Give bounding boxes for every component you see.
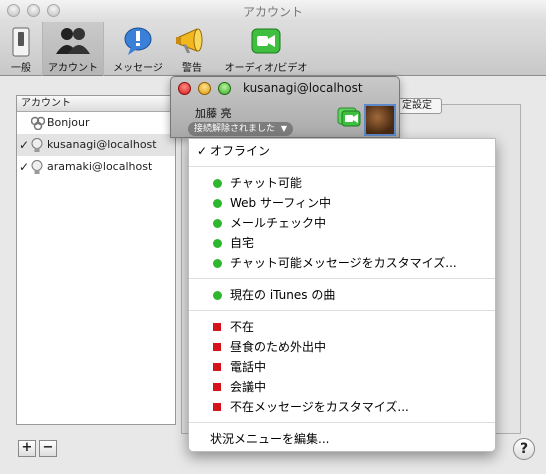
speech-bubble-icon [123,26,153,59]
menu-item-offline[interactable]: ✓ オフライン [189,141,495,161]
tab-messages-label: メッセージ [113,63,163,74]
away-status-icon [213,403,221,411]
zoom-window-button[interactable] [218,82,231,95]
menu-separator [189,422,495,423]
away-status-icon [213,363,221,371]
users-icon [55,26,91,59]
menu-item-out-to-lunch[interactable]: 昼食のため外出中 [189,337,495,357]
status-menu: ✓ オフライン チャット可能 Web サーフィン中 メールチェック中 自宅 チャ… [188,138,496,452]
tab-audio-video-label: オーディオ/ビデオ [224,63,308,74]
menu-separator [189,310,495,311]
account-list-header: アカウント [17,96,175,112]
menu-item-on-phone[interactable]: 電話中 [189,357,495,377]
lightbulb-icon [31,160,43,184]
tab-accounts[interactable]: アカウント [42,22,104,76]
window-title: アカウント [242,5,303,19]
available-status-icon [213,239,222,248]
menu-item-available[interactable]: チャット可能 [189,173,495,193]
away-status-icon [213,383,221,391]
menu-item-checking-mail[interactable]: メールチェック中 [189,213,495,233]
tab-messages[interactable]: メッセージ [108,22,168,76]
menu-item-label: 状況メニューを編集... [210,432,330,446]
menu-item-label: Web サーフィン中 [230,196,332,210]
menu-item-label: チャット可能メッセージをカスタマイズ... [230,256,457,270]
tab-general[interactable]: 一般 [2,22,40,76]
menu-item-at-home[interactable]: 自宅 [189,233,495,253]
video-camera-icon[interactable] [337,107,361,130]
remove-account-button[interactable]: − [39,440,57,457]
menu-item-label: 昼食のため外出中 [230,340,327,354]
minimize-window-button[interactable] [198,82,211,95]
account-row-aramaki[interactable]: ✓ aramaki@localhost [17,156,175,178]
account-list: アカウント Bonjour ✓ kusanagi@localhost ✓ ara… [16,95,176,425]
menu-item-away[interactable]: 不在 [189,317,495,337]
status-popup-button[interactable]: 接続解除されました ▼ [188,122,294,136]
tab-accounts-label: アカウント [48,63,98,74]
account-row-bonjour[interactable]: Bonjour [17,112,175,134]
account-name: Bonjour [47,116,90,129]
available-status-icon [213,291,222,300]
menu-item-label: 会議中 [230,380,267,394]
menu-item-label: 不在メッセージをカスタマイズ... [230,400,409,414]
preferences-toolbar: 一般 アカウント メッセージ 警告 オーディオ/ビデオ [0,22,546,76]
avatar[interactable] [364,104,396,136]
menu-item-custom-away[interactable]: 不在メッセージをカスタマイズ... [189,397,495,417]
account-name: kusanagi@localhost [47,138,157,151]
available-status-icon [213,219,222,228]
menu-item-label: 現在の iTunes の曲 [230,288,336,302]
menu-item-itunes[interactable]: 現在の iTunes の曲 [189,285,495,305]
account-enabled-check[interactable]: ✓ [19,134,29,156]
tab-alerts-label: 警告 [182,63,202,74]
tab-alerts[interactable]: 警告 [170,22,214,76]
account-row-kusanagi[interactable]: ✓ kusanagi@localhost [17,134,175,156]
title-bar: アカウント [0,0,546,22]
tab-audio-video[interactable]: オーディオ/ビデオ [216,22,316,76]
buddy-list-window: kusanagi@localhost 加藤 亮 接続解除されました ▼ [170,76,400,138]
menu-item-label: 電話中 [230,360,267,374]
account-name: aramaki@localhost [47,160,153,173]
switch-icon [8,26,34,61]
help-button[interactable]: ? [513,438,535,460]
available-status-icon [213,199,222,208]
menu-item-custom-available[interactable]: チャット可能メッセージをカスタマイズ... [189,253,495,273]
buddy-window-title: kusanagi@localhost [243,81,363,95]
menu-item-label: メールチェック中 [230,216,327,230]
available-status-icon [213,259,222,268]
available-status-icon [213,179,222,188]
menu-item-label: 自宅 [230,236,255,250]
close-window-button[interactable] [178,82,191,95]
video-camera-icon [251,26,281,59]
menu-item-label: チャット可能 [230,176,302,190]
chevron-down-icon: ▼ [280,124,288,133]
away-status-icon [213,343,221,351]
megaphone-icon [175,26,209,59]
menu-item-surfing-web[interactable]: Web サーフィン中 [189,193,495,213]
account-enabled-check[interactable]: ✓ [19,156,29,178]
add-account-button[interactable]: + [18,440,36,457]
menu-item-edit-status-menu[interactable]: 状況メニューを編集... [189,429,495,449]
buddy-display-name: 加藤 亮 [195,107,232,120]
menu-item-label: オフライン [210,144,271,158]
away-status-icon [213,323,221,331]
status-label: 接続解除されました [194,124,276,134]
tab-general-label: 一般 [11,63,31,74]
menu-item-label: 不在 [230,320,255,334]
menu-separator [189,278,495,279]
checkmark-icon: ✓ [197,144,208,158]
menu-item-in-meeting[interactable]: 会議中 [189,377,495,397]
menu-separator [189,166,495,167]
